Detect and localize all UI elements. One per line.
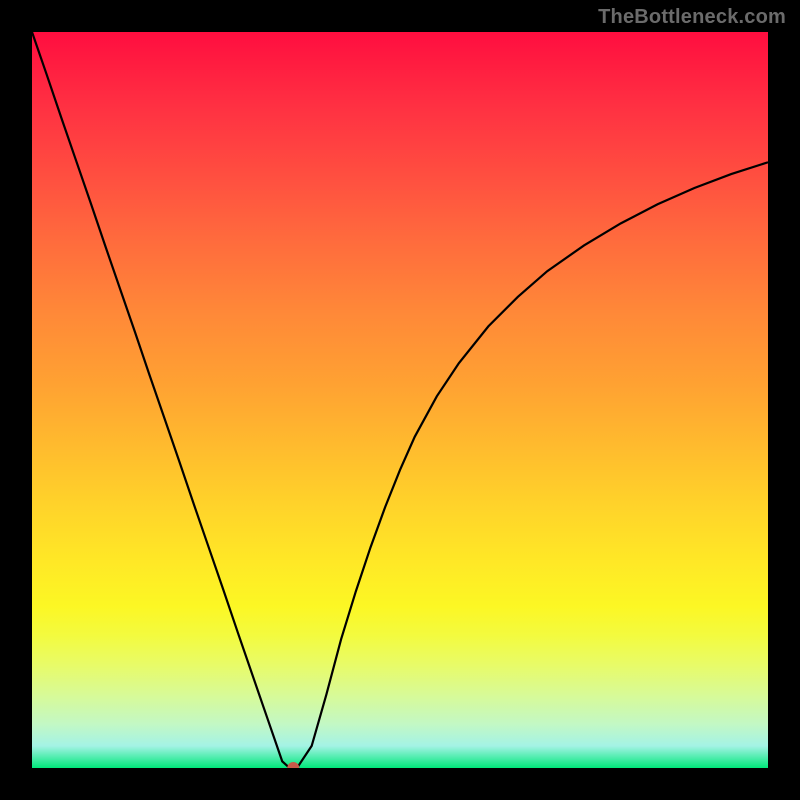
optimum-marker-icon (287, 762, 299, 768)
chart-svg (32, 32, 768, 768)
bottleneck-curve (32, 32, 768, 768)
watermark-text: TheBottleneck.com (598, 6, 786, 29)
plot-area (32, 32, 768, 768)
chart-container: TheBottleneck.com (0, 0, 800, 800)
